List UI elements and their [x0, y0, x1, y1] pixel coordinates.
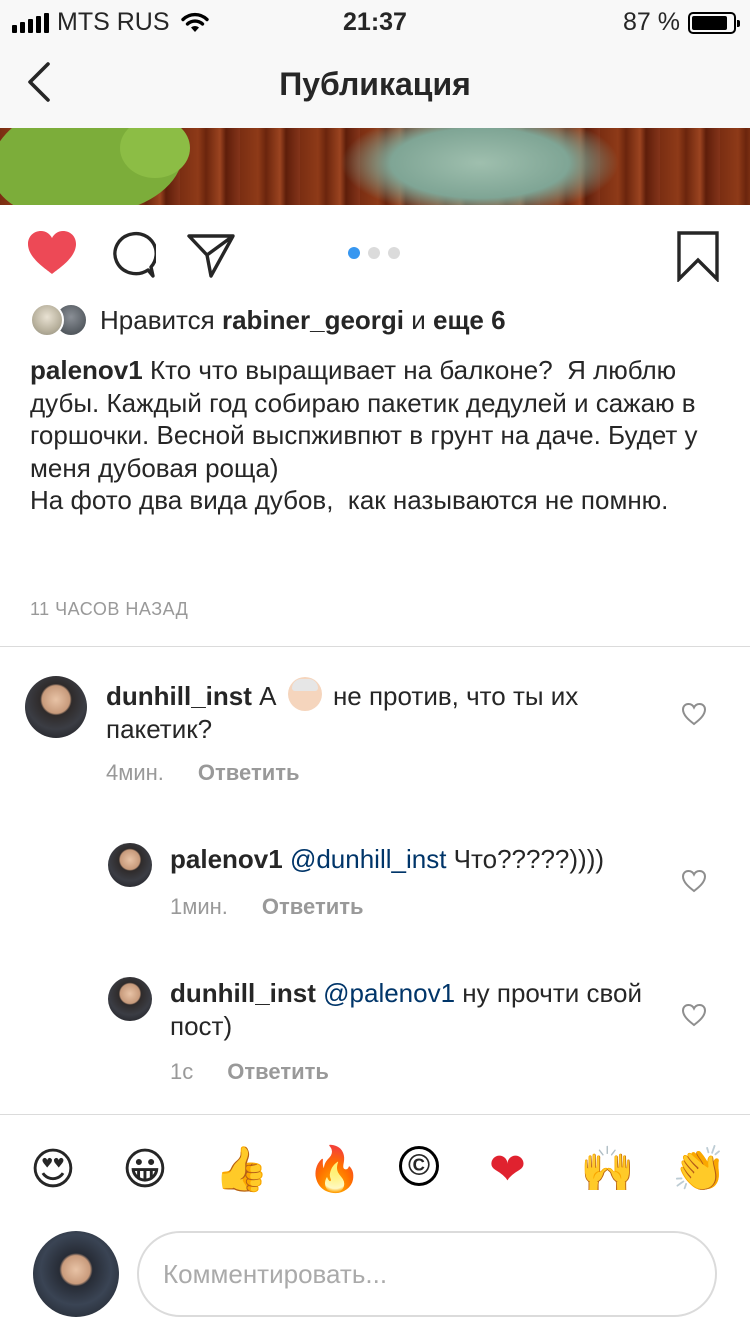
comment-username[interactable]: palenov1 [170, 844, 283, 874]
reply-button[interactable]: Ответить [262, 894, 364, 920]
grinning-emoji-button[interactable]: 😀 [122, 1142, 168, 1198]
bookmark-icon[interactable] [676, 230, 720, 282]
likes-others-link[interactable]: еще 6 [433, 305, 506, 336]
emoji-quick-bar: 😍 😀 👍 🔥 © ❤ 🙌 👏 [0, 1140, 750, 1200]
post-caption: palenov1 Кто что выращивает на балконе? … [30, 354, 730, 517]
old-man-emoji-icon [287, 677, 322, 711]
comment-username[interactable]: dunhill_inst [106, 681, 252, 711]
liker-username[interactable]: rabiner_georgi [222, 305, 404, 336]
comment-username[interactable]: dunhill_inst [170, 978, 316, 1008]
my-avatar[interactable] [33, 1231, 119, 1317]
comment-like-heart-icon[interactable] [681, 869, 707, 893]
status-bar: MTS RUS 21:37 87 % [0, 0, 750, 40]
comment-time: 4мин. [106, 760, 164, 785]
copyright-emoji-button[interactable]: © [399, 1146, 439, 1186]
post-timestamp: 11 ЧАСОВ НАЗАД [30, 599, 189, 619]
divider [0, 646, 750, 647]
heart-eyes-emoji-button[interactable]: 😍 [30, 1142, 76, 1198]
likes-conj: и [411, 304, 426, 335]
red-heart-emoji-button[interactable]: ❤ [489, 1142, 526, 1198]
reply-button[interactable]: Ответить [227, 1059, 329, 1085]
comment-text: А [259, 681, 277, 711]
page-title: Публикация [279, 66, 471, 102]
comment-meta: 4мин. Ответить [106, 760, 300, 786]
comment-mention[interactable]: @dunhill_inst [290, 844, 446, 874]
status-right: 87 % [623, 8, 740, 37]
comment-time: 1мин. [170, 894, 228, 919]
reply-button[interactable]: Ответить [198, 760, 300, 786]
comment-like-heart-icon[interactable] [681, 1003, 707, 1027]
fire-emoji-button[interactable]: 🔥 [307, 1142, 362, 1198]
comment-like-heart-icon[interactable] [681, 702, 707, 726]
nav-bar: Публикация [0, 40, 750, 128]
caption-author[interactable]: palenov1 [30, 355, 143, 385]
battery-icon [688, 11, 740, 34]
comment-time: 1с [170, 1059, 194, 1084]
carousel-dot [388, 247, 400, 259]
raised-hands-emoji-button[interactable]: 🙌 [580, 1142, 635, 1198]
comment-body: dunhill_inst А не против, что ты их паке… [106, 677, 666, 745]
comment-meta: 1с Ответить [170, 1059, 329, 1085]
carousel-dots [348, 247, 400, 259]
clapping-emoji-button[interactable]: 👏 [672, 1142, 727, 1198]
like-heart-icon[interactable] [26, 230, 78, 276]
carousel-dot [348, 247, 360, 259]
carousel-dot [368, 247, 380, 259]
battery-percent: 87 % [623, 8, 680, 36]
comment-body: palenov1 @dunhill_inst Что?????)))) [170, 843, 670, 876]
post-photo[interactable] [0, 128, 750, 205]
comment-body: dunhill_inst @palenov1 ну прочти свой по… [170, 977, 670, 1042]
battery-fill [692, 15, 727, 30]
comment-input[interactable] [137, 1231, 717, 1317]
comment-avatar[interactable] [108, 977, 152, 1021]
comment-meta: 1мин. Ответить [170, 894, 364, 920]
post-actions [0, 205, 750, 300]
comment-icon[interactable] [108, 231, 156, 279]
liker-avatar [30, 303, 64, 337]
thumbs-up-emoji-button[interactable]: 👍 [214, 1142, 269, 1198]
likes-row[interactable]: Нравится rabiner_georgi и еще 6 [30, 303, 506, 337]
comment-avatar[interactable] [25, 676, 87, 738]
comment-avatar[interactable] [108, 843, 152, 887]
photo-pine [340, 128, 620, 205]
comment-text: Что?????)))) [453, 844, 605, 874]
likes-prefix: Нравится [100, 304, 215, 335]
share-send-icon[interactable] [186, 231, 236, 279]
comment-mention[interactable]: @palenov1 [323, 978, 455, 1008]
divider [0, 1114, 750, 1115]
